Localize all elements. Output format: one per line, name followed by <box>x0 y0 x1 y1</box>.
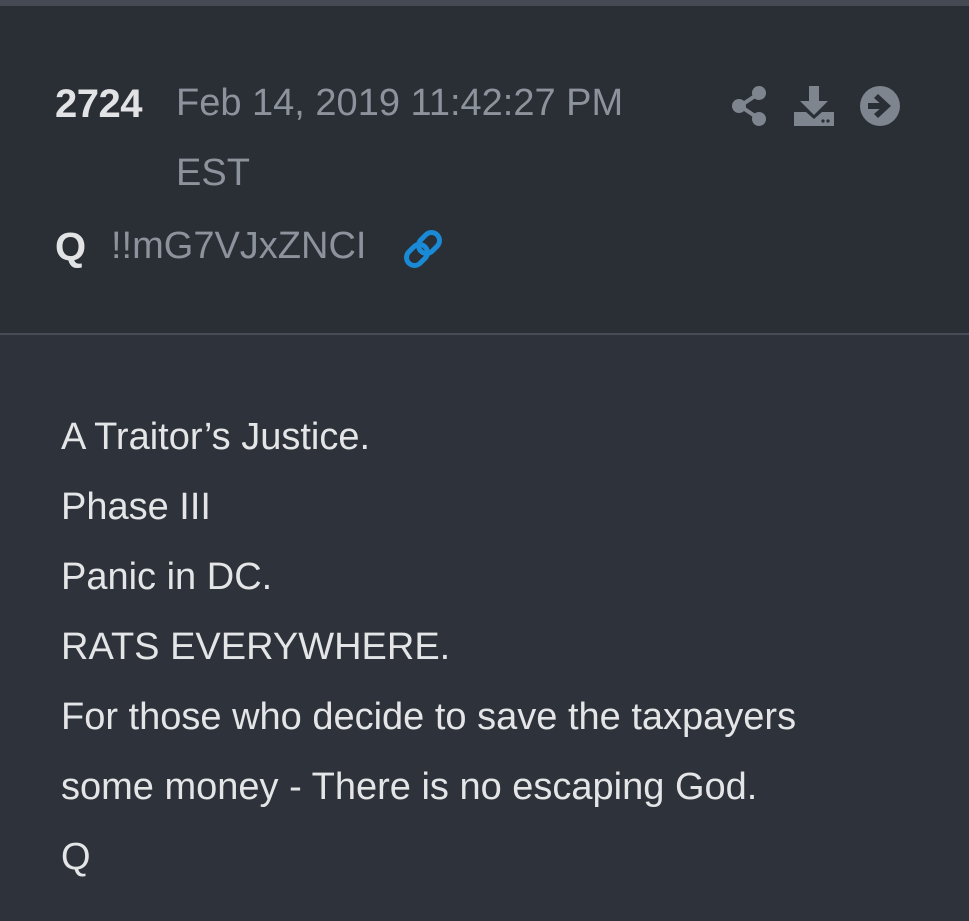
body-line: some money - There is no escaping God. <box>61 766 758 808</box>
post-header: 2724 Feb 14, 2019 11:42:27 PM EST Q !!mG… <box>0 6 969 335</box>
body-line: A Traitor’s Justice. <box>61 416 371 458</box>
post-number[interactable]: 2724 <box>55 82 142 127</box>
link-icon[interactable] <box>400 226 446 272</box>
post-date: Feb 14, 2019 11:42:27 PM EST <box>176 82 624 194</box>
share-icon[interactable] <box>728 84 772 128</box>
body-line: For those who decide to save the taxpaye… <box>61 696 797 738</box>
download-icon[interactable] <box>792 84 836 128</box>
tripcode: !!mG7VJxZNCI <box>111 225 367 267</box>
body-line: RATS EVERYWHERE. <box>61 626 451 668</box>
post-card: 2724 Feb 14, 2019 11:42:27 PM EST Q !!mG… <box>0 0 969 921</box>
body-line: Panic in DC. <box>61 556 273 598</box>
post-body: A Traitor’s Justice. Phase III Panic in … <box>61 402 941 892</box>
body-line: Phase III <box>61 486 211 528</box>
author-name: Q <box>55 225 87 269</box>
arrow-circle-right-icon[interactable] <box>858 84 902 128</box>
body-line: Q <box>61 836 91 878</box>
